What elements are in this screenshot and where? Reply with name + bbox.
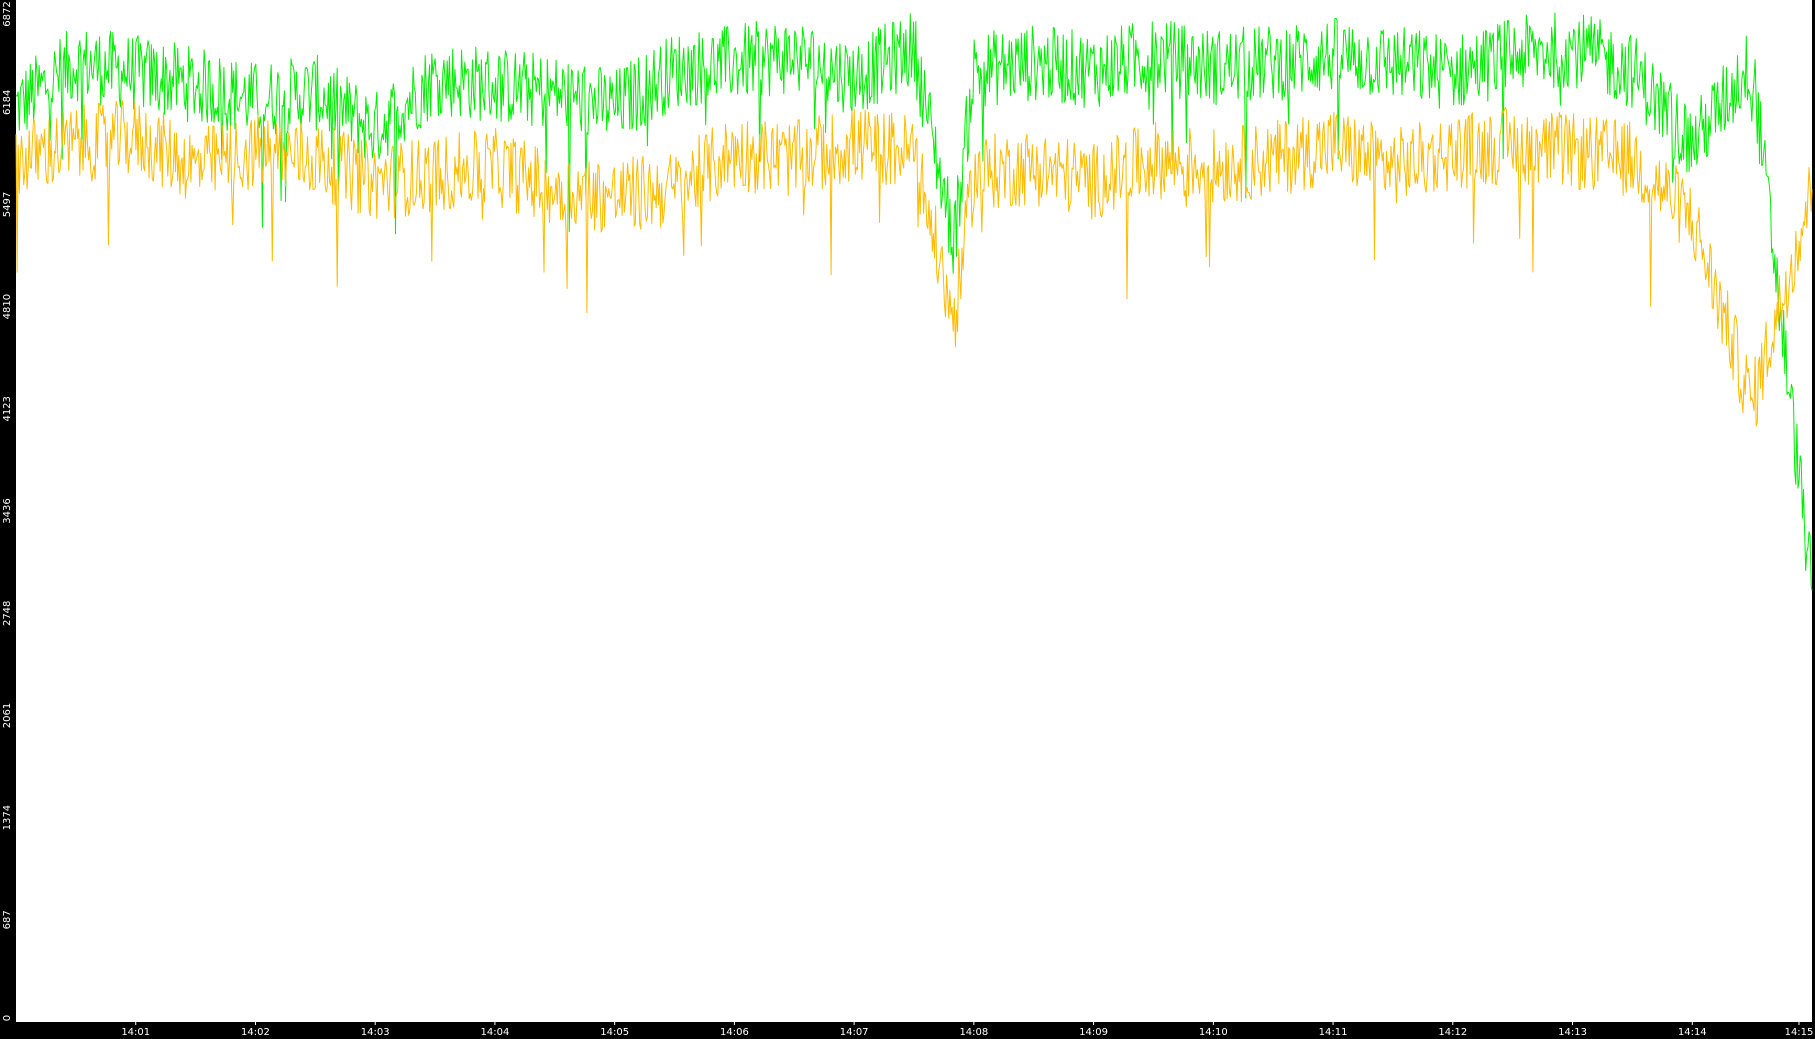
y-tick-label: 4810 bbox=[2, 294, 13, 319]
y-tick-label: 1374 bbox=[2, 805, 13, 830]
y-tick-label: 2748 bbox=[2, 601, 13, 626]
y-tick-label: 6184 bbox=[2, 90, 13, 115]
x-tick-label: 14:11 bbox=[1319, 1027, 1348, 1038]
x-tick-label: 14:03 bbox=[361, 1027, 390, 1038]
y-axis: 0 687 1374 2061 2748 3436 4123 4810 5497 6184 6872 bbox=[2, 1, 13, 1021]
x-tick-label: 14:13 bbox=[1558, 1027, 1587, 1038]
y-tick-label: 4123 bbox=[2, 396, 13, 421]
x-tick-label: 14:05 bbox=[600, 1027, 629, 1038]
x-tick-label: 14:14 bbox=[1678, 1027, 1707, 1038]
y-tick-label: 687 bbox=[2, 910, 13, 929]
x-tick-label: 14:08 bbox=[959, 1027, 988, 1038]
x-axis: 14:01 14:02 14:03 14:04 14:05 14:06 14:07 14:08… bbox=[121, 1022, 1813, 1038]
x-tick-label: 14:09 bbox=[1079, 1027, 1108, 1038]
x-tick-label: 14:15 bbox=[1785, 1027, 1814, 1038]
x-tick-label: 14:06 bbox=[720, 1027, 749, 1038]
x-tick-label: 14:10 bbox=[1199, 1027, 1228, 1038]
chart-container: 0 687 1374 2061 2748 3436 4123 4810 5497 6184 6872… bbox=[0, 0, 1815, 1039]
y-tick-label: 0 bbox=[2, 1015, 13, 1021]
y-tick-label: 5497 bbox=[2, 192, 13, 217]
line-chart: 0 687 1374 2061 2748 3436 4123 4810 5497 6184 6872… bbox=[2, 0, 1813, 1038]
x-tick-label: 14:12 bbox=[1438, 1027, 1467, 1038]
x-tick-label: 14:04 bbox=[481, 1027, 510, 1038]
x-tick-label: 14:07 bbox=[840, 1027, 869, 1038]
y-tick-label: 3436 bbox=[2, 498, 13, 523]
x-tick-label: 14:01 bbox=[121, 1027, 150, 1038]
y-tick-label: 2061 bbox=[2, 703, 13, 728]
y-tick-label: 6872 bbox=[2, 1, 13, 26]
x-tick-label: 14:02 bbox=[241, 1027, 270, 1038]
